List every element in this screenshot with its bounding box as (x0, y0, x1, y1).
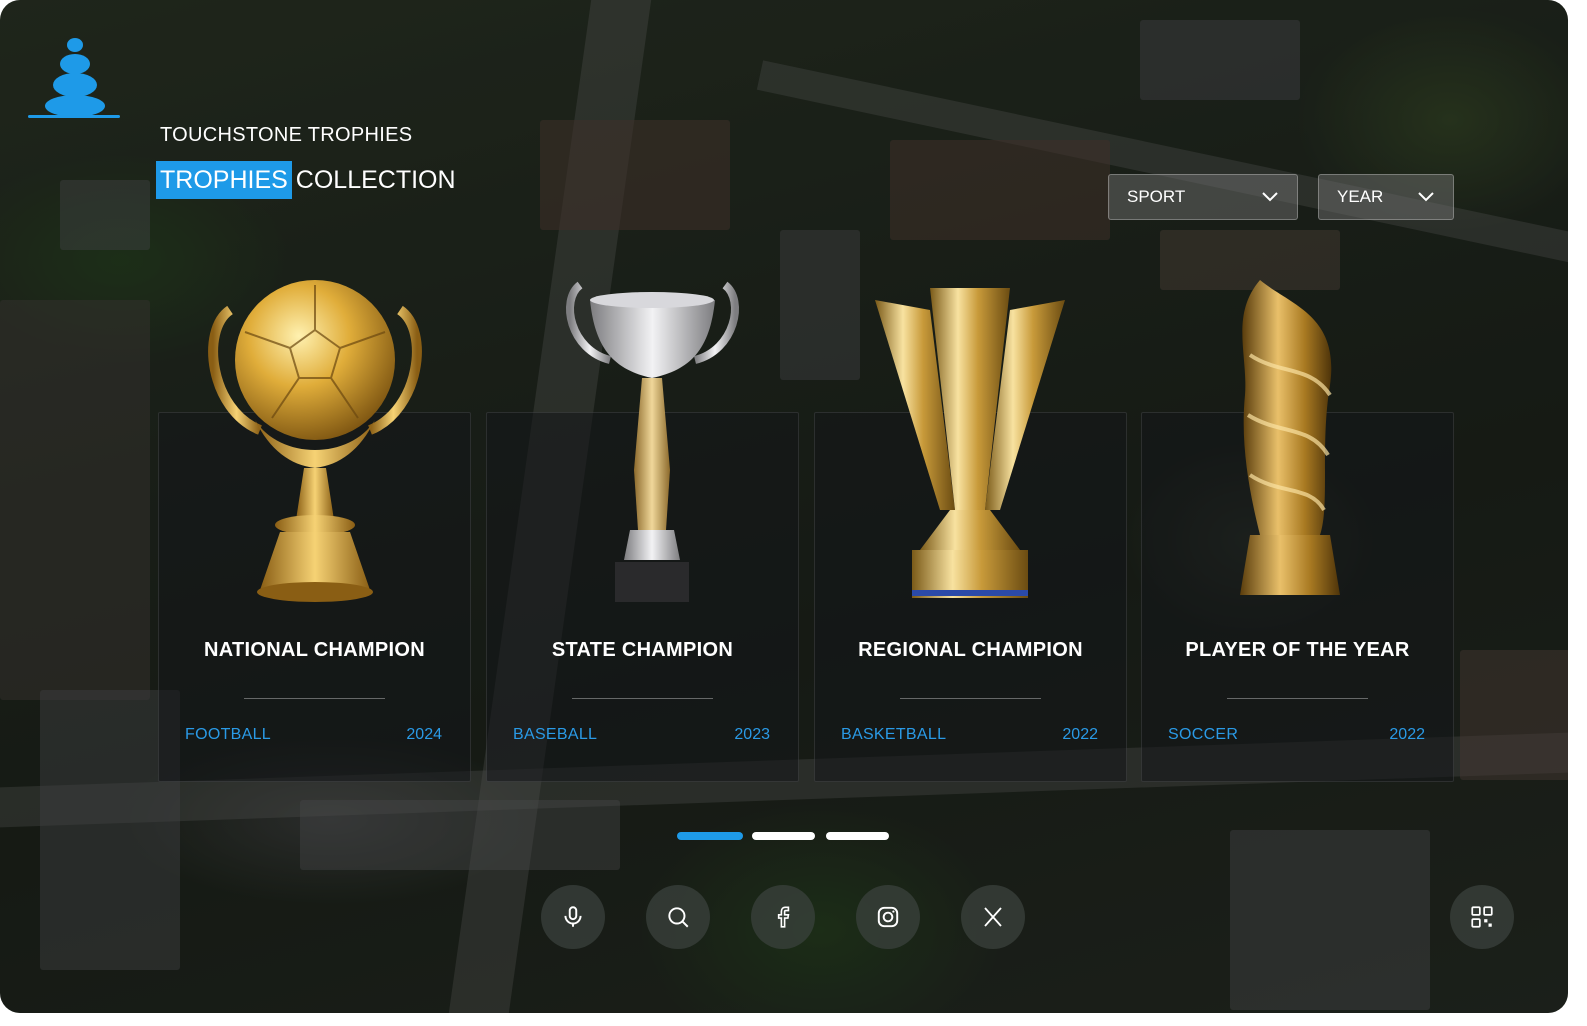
gold-tall-cup-image (875, 288, 1065, 598)
page-title: TROPHIES COLLECTION (156, 160, 456, 200)
card-year: 2022 (1389, 726, 1425, 743)
qr-code-icon (1471, 906, 1493, 928)
microphone-icon (564, 906, 582, 927)
card-divider (572, 698, 713, 699)
card-sport: FOOTBALL (185, 726, 271, 743)
pagination-dot-1[interactable] (677, 832, 743, 840)
year-filter-dropdown[interactable]: YEAR (1318, 174, 1454, 220)
title-accent: TROPHIES (156, 161, 292, 199)
card-year: 2024 (406, 726, 442, 743)
card-sport: BASKETBALL (841, 726, 947, 743)
brand-name: TOUCHSTONE TROPHIES (160, 124, 413, 146)
search-icon (668, 907, 689, 928)
qr-code-button[interactable] (1450, 885, 1514, 949)
card-title: PLAYER OF THE YEAR (1185, 639, 1410, 661)
chevron-down-icon (1418, 192, 1434, 202)
pagination-dot-2[interactable] (752, 832, 815, 840)
year-filter-label: YEAR (1337, 187, 1384, 206)
card-title: REGIONAL CHAMPION (858, 639, 1083, 661)
sport-filter-dropdown[interactable]: SPORT (1108, 174, 1298, 220)
gold-soccer-ball-cup-image (208, 280, 422, 602)
card-divider (1227, 698, 1368, 699)
card-divider (900, 698, 1041, 699)
x-social-button[interactable] (961, 885, 1025, 949)
app-screen: TOUCHSTONE TROPHIES TROPHIES COLLECTION … (0, 0, 1568, 1013)
facebook-icon (777, 906, 790, 928)
chevron-down-icon (1262, 192, 1278, 202)
card-divider (244, 698, 385, 699)
stacked-stones-logo-icon (28, 38, 120, 118)
card-year: 2023 (734, 726, 770, 743)
microphone-button[interactable] (541, 885, 605, 949)
facebook-button[interactable] (751, 885, 815, 949)
silver-cup-image (566, 281, 739, 602)
title-rest: COLLECTION (295, 166, 456, 194)
card-year: 2022 (1062, 726, 1098, 743)
search-button[interactable] (646, 885, 710, 949)
sport-filter-label: SPORT (1127, 187, 1186, 206)
instagram-button[interactable] (856, 885, 920, 949)
instagram-icon (877, 906, 899, 928)
x-icon (984, 907, 1002, 927)
card-sport: BASEBALL (513, 726, 598, 743)
card-title: STATE CHAMPION (551, 639, 734, 661)
card-title: NATIONAL CHAMPION (203, 639, 426, 661)
pagination-dot-3[interactable] (826, 832, 889, 840)
gold-twisted-award-image (1240, 280, 1340, 595)
card-sport: SOCCER (1168, 726, 1239, 743)
